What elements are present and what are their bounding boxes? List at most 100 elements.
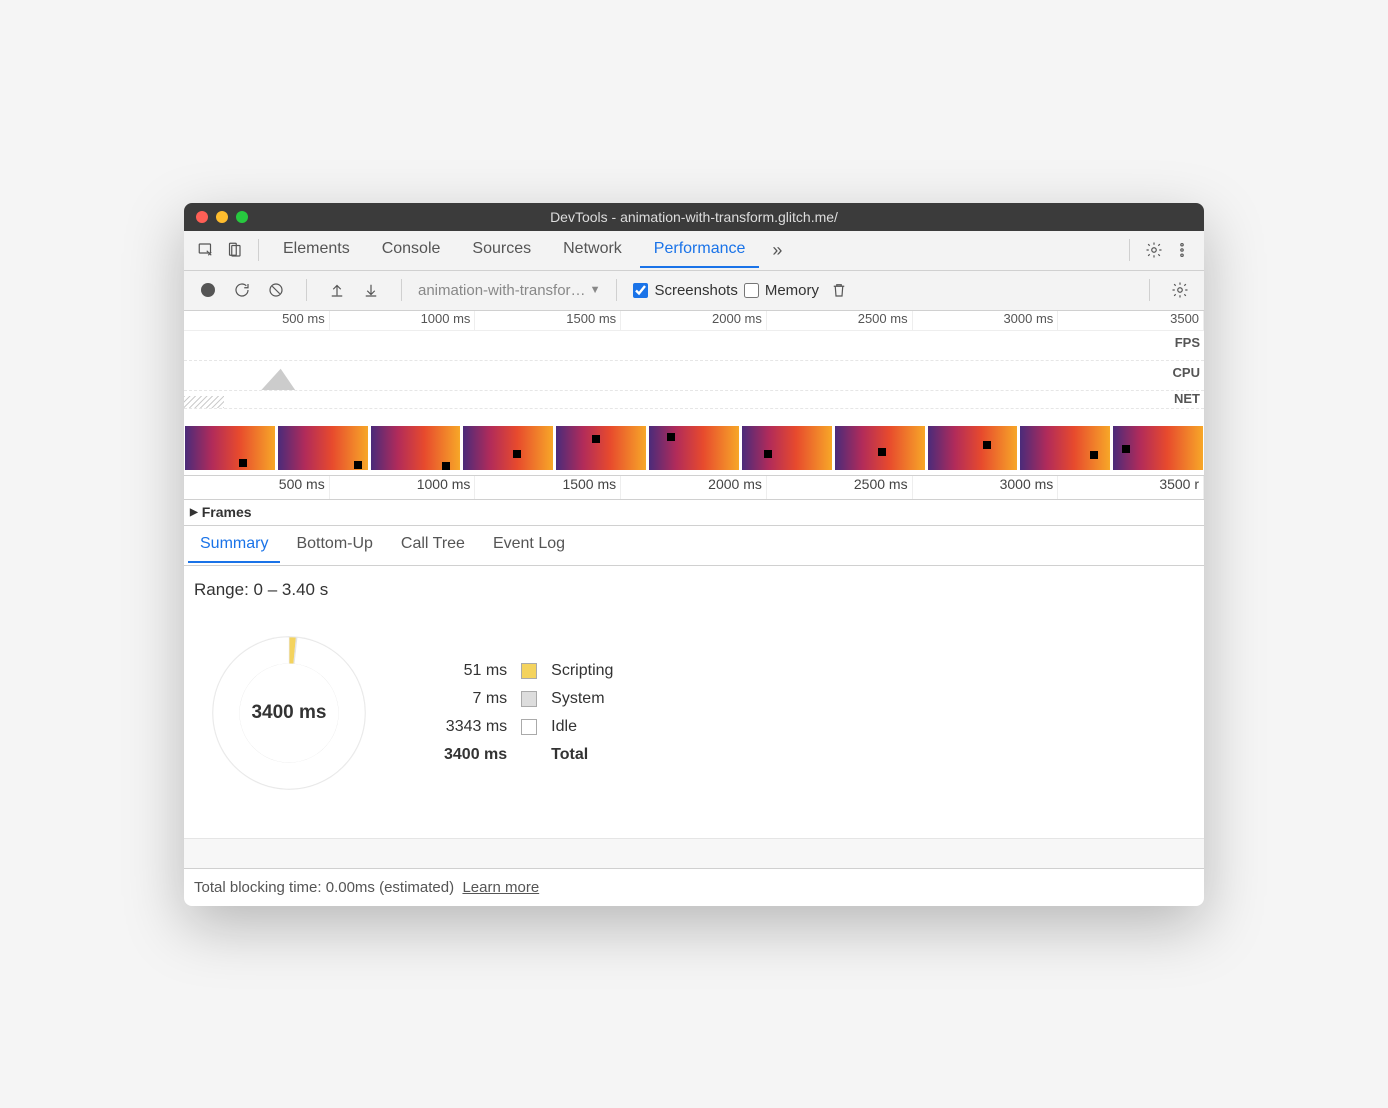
cpu-lane: CPU (184, 361, 1204, 391)
animated-element-icon (878, 448, 886, 456)
ruler-tick: 1000 ms (330, 311, 476, 330)
reload-record-icon[interactable] (228, 276, 256, 304)
record-button[interactable] (194, 276, 222, 304)
screenshots-strip (184, 421, 1204, 475)
legend-value: 51 ms (444, 662, 507, 680)
animated-element-icon (983, 441, 991, 449)
legend-swatch-system (521, 691, 537, 707)
ruler-tick: 3000 ms (913, 311, 1059, 330)
download-profile-icon[interactable] (357, 276, 385, 304)
screenshots-checkbox-input[interactable] (633, 283, 648, 298)
timeline-overview[interactable]: 500 ms 1000 ms 1500 ms 2000 ms 2500 ms 3… (184, 311, 1204, 476)
disclosure-triangle-icon: ▶ (190, 507, 198, 518)
device-toggle-icon[interactable] (220, 236, 248, 264)
separator (1149, 279, 1150, 301)
footer-gap (184, 838, 1204, 868)
screenshot-thumbnail[interactable] (555, 425, 647, 471)
frames-ruler[interactable]: 500 ms 1000 ms 1500 ms 2000 ms 2500 ms 3… (184, 476, 1204, 500)
tab-performance[interactable]: Performance (640, 232, 760, 268)
ruler-tick: 500 ms (184, 476, 330, 499)
donut-chart: 3400 ms (194, 618, 384, 808)
screenshot-thumbnail[interactable] (834, 425, 926, 471)
profile-name: animation-with-transfor… (418, 282, 586, 299)
more-tabs-icon[interactable]: » (763, 236, 791, 264)
tab-elements[interactable]: Elements (269, 232, 364, 268)
animated-element-icon (1090, 451, 1098, 459)
screenshot-thumbnail[interactable] (184, 425, 276, 471)
separator (1129, 239, 1130, 261)
screenshot-thumbnail[interactable] (277, 425, 369, 471)
animated-element-icon (1122, 445, 1130, 453)
screenshot-thumbnail[interactable] (648, 425, 740, 471)
learn-more-link[interactable]: Learn more (462, 879, 539, 896)
ruler-tick: 2000 ms (621, 476, 767, 499)
subtab-summary[interactable]: Summary (188, 527, 280, 563)
kebab-menu-icon[interactable] (1168, 236, 1196, 264)
legend-swatch-scripting (521, 663, 537, 679)
clear-icon[interactable] (262, 276, 290, 304)
separator (401, 279, 402, 301)
screenshot-thumbnail[interactable] (927, 425, 1019, 471)
animated-element-icon (592, 435, 600, 443)
profile-select[interactable]: animation-with-transfor… ▼ (418, 282, 600, 299)
ruler-tick: 2000 ms (621, 311, 767, 330)
screenshots-checkbox[interactable]: Screenshots (633, 282, 737, 299)
animated-element-icon (764, 450, 772, 458)
inspect-element-icon[interactable] (192, 236, 220, 264)
screenshot-thumbnail[interactable] (1112, 425, 1204, 471)
separator (306, 279, 307, 301)
ruler-tick: 2500 ms (767, 476, 913, 499)
screenshot-thumbnail[interactable] (1019, 425, 1111, 471)
tab-network[interactable]: Network (549, 232, 636, 268)
performance-toolbar: animation-with-transfor… ▼ Screenshots M… (184, 271, 1204, 311)
delete-profile-icon[interactable] (825, 276, 853, 304)
subtab-call-tree[interactable]: Call Tree (389, 527, 477, 563)
frames-track-header[interactable]: ▶ Frames (184, 500, 1204, 526)
tabs-right (1119, 236, 1196, 264)
main-tabs: Elements Console Sources Network Perform… (269, 232, 791, 268)
legend-label: System (551, 690, 613, 708)
range-label: Range: 0 – 3.40 s (194, 580, 1194, 600)
upload-profile-icon[interactable] (323, 276, 351, 304)
summary-body: 3400 ms 51 msScripting7 msSystem3343 msI… (194, 618, 1194, 808)
ruler-tick: 3500 r (1058, 476, 1204, 499)
ruler-tick: 1500 ms (475, 476, 621, 499)
tab-console[interactable]: Console (368, 232, 455, 268)
legend-total-label: Total (551, 746, 613, 764)
subtab-bottom-up[interactable]: Bottom-Up (284, 527, 384, 563)
memory-checkbox-input[interactable] (744, 283, 759, 298)
net-lane-label: NET (1174, 391, 1200, 406)
subtab-event-log[interactable]: Event Log (481, 527, 577, 563)
screenshot-thumbnail[interactable] (741, 425, 833, 471)
donut-center-value: 3400 ms (194, 618, 384, 808)
net-activity-icon (184, 396, 224, 408)
ruler-tick: 1000 ms (330, 476, 476, 499)
frames-label: Frames (202, 504, 252, 520)
animated-element-icon (442, 462, 450, 470)
ruler-tick: 2500 ms (767, 311, 913, 330)
legend-value: 3343 ms (444, 718, 507, 736)
separator (258, 239, 259, 261)
summary-legend: 51 msScripting7 msSystem3343 msIdle3400 … (444, 662, 613, 764)
screenshot-thumbnail[interactable] (370, 425, 462, 471)
animated-element-icon (354, 461, 362, 469)
fps-lane-label: FPS (1175, 335, 1200, 350)
memory-label: Memory (765, 282, 819, 299)
animated-element-icon (667, 433, 675, 441)
capture-settings-gear-icon[interactable] (1166, 276, 1194, 304)
titlebar: DevTools - animation-with-transform.glit… (184, 203, 1204, 231)
separator (616, 279, 617, 301)
legend-label: Idle (551, 718, 613, 736)
memory-checkbox[interactable]: Memory (744, 282, 819, 299)
tab-sources[interactable]: Sources (458, 232, 545, 268)
screenshot-thumbnail[interactable] (462, 425, 554, 471)
summary-tabs: Summary Bottom-Up Call Tree Event Log (184, 526, 1204, 566)
window-title: DevTools - animation-with-transform.glit… (184, 209, 1204, 225)
legend-label: Scripting (551, 662, 613, 680)
chevron-down-icon: ▼ (590, 284, 601, 296)
animated-element-icon (239, 459, 247, 467)
fps-lane: FPS (184, 331, 1204, 361)
main-tabs-bar: Elements Console Sources Network Perform… (184, 231, 1204, 271)
settings-gear-icon[interactable] (1140, 236, 1168, 264)
ruler-tick: 500 ms (184, 311, 330, 330)
